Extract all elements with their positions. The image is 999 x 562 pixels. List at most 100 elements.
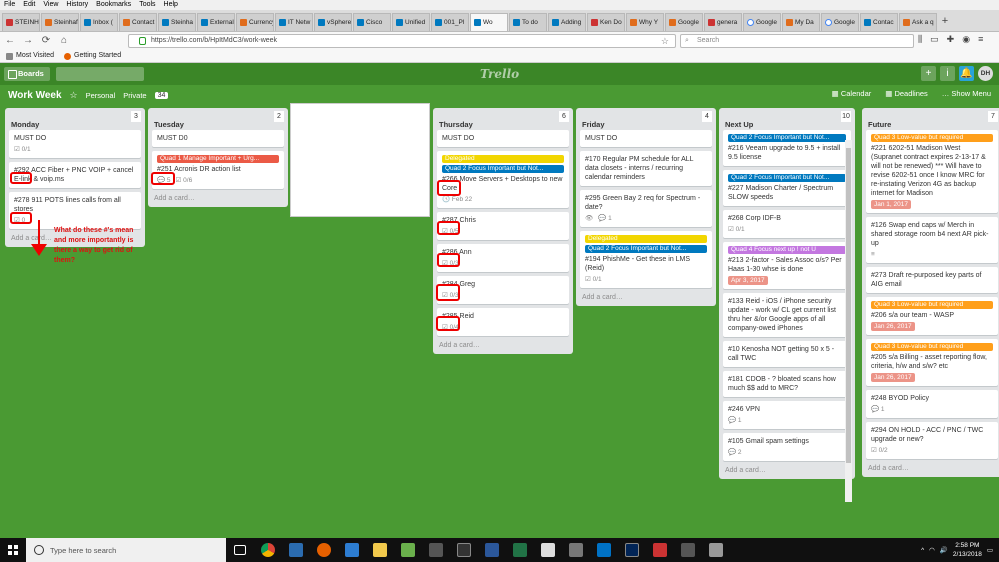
task-view-icon[interactable] bbox=[226, 538, 254, 562]
add-card-button[interactable]: Add a card… bbox=[152, 193, 284, 207]
add-card-button[interactable]: Add a card… bbox=[723, 465, 851, 479]
notification-icon[interactable]: ▭ bbox=[987, 546, 993, 554]
trello-search-input[interactable] bbox=[56, 67, 144, 81]
card[interactable]: #10 Kenosha NOT getting 50 x 5 - call TW… bbox=[723, 341, 851, 367]
menu-history[interactable]: History bbox=[66, 0, 88, 10]
notepad-icon[interactable] bbox=[534, 538, 562, 562]
info-icon[interactable]: i bbox=[940, 66, 955, 81]
card[interactable]: #181 CDOB - ? bloated scans how much $$ … bbox=[723, 371, 851, 397]
browser-tab[interactable]: Why Y bbox=[626, 13, 664, 31]
browser-tab[interactable]: Contact bbox=[119, 13, 157, 31]
browser-tab[interactable]: My Da bbox=[782, 13, 820, 31]
card[interactable]: MUST D0 bbox=[152, 130, 284, 147]
extension-icon[interactable]: ✚ bbox=[947, 34, 955, 45]
menu-edit[interactable]: Edit bbox=[23, 0, 35, 10]
library-icon[interactable]: ⫼ bbox=[918, 34, 922, 45]
card[interactable]: Quad 2 Focus Important but Not... #216 Ve… bbox=[723, 130, 851, 166]
browser-tab[interactable]: Google bbox=[743, 13, 781, 31]
list-title[interactable]: Friday bbox=[582, 120, 605, 129]
excel-icon[interactable] bbox=[506, 538, 534, 562]
vnc-icon[interactable] bbox=[646, 538, 674, 562]
new-tab-icon[interactable]: + bbox=[938, 13, 952, 31]
browser-tab[interactable]: STEINH bbox=[2, 13, 40, 31]
explorer-icon[interactable] bbox=[366, 538, 394, 562]
card[interactable]: MUST DO bbox=[580, 130, 712, 147]
add-card-button[interactable]: Add a card… bbox=[437, 340, 569, 354]
add-icon[interactable]: + bbox=[921, 66, 936, 81]
board-visibility[interactable]: Private bbox=[123, 91, 146, 100]
add-card-button[interactable]: Add a card… bbox=[866, 463, 998, 477]
word-icon[interactable] bbox=[478, 538, 506, 562]
card[interactable]: Quad 3 Low-value but required #206 s/a ou… bbox=[866, 297, 998, 335]
list-title[interactable]: Thursday bbox=[439, 120, 473, 129]
terminal-icon[interactable] bbox=[450, 538, 478, 562]
reload-icon[interactable]: ⟳ bbox=[40, 35, 52, 47]
wifi-icon[interactable]: ◠ bbox=[929, 546, 935, 554]
card[interactable]: Quad 2 Focus Important but Not... #227 Ma… bbox=[723, 170, 851, 206]
card[interactable]: #246 VPN 💬 1 bbox=[723, 401, 851, 429]
list-scrollbar[interactable] bbox=[845, 140, 852, 502]
browser-tab[interactable]: Inbox ( bbox=[80, 13, 118, 31]
browser-tab[interactable]: IT Netw bbox=[275, 13, 313, 31]
outlook-icon[interactable] bbox=[590, 538, 618, 562]
list-header[interactable]: Friday 4 bbox=[580, 108, 712, 130]
card[interactable]: #273 Draft re-purposed key parts of AIG … bbox=[866, 267, 998, 293]
chrome-icon[interactable] bbox=[254, 538, 282, 562]
board-title[interactable]: Work Week bbox=[8, 90, 62, 101]
browser-tab[interactable]: Unified bbox=[392, 13, 430, 31]
windows-start-icon[interactable] bbox=[0, 538, 26, 562]
card[interactable]: #268 Corp IDF-B ☑ 0/1 bbox=[723, 210, 851, 238]
browser-tab[interactable]: Google bbox=[665, 13, 703, 31]
card[interactable]: Quad 3 Low-value but required #205 s/a Bi… bbox=[866, 339, 998, 386]
browser-tab[interactable]: genera bbox=[704, 13, 742, 31]
calculator-icon[interactable] bbox=[562, 538, 590, 562]
list-future[interactable]: Future 7 Quad 3 Low-value but required #221… bbox=[862, 108, 999, 477]
clock[interactable]: 2:58 PM 2/13/2018 bbox=[953, 541, 982, 559]
card[interactable]: #133 Reid - iOS / iPhone security update… bbox=[723, 293, 851, 337]
calendar-link[interactable]: ▦ Calendar bbox=[832, 89, 872, 98]
tray-arrow-icon[interactable]: ^ bbox=[921, 547, 924, 554]
menu-bookmarks[interactable]: Bookmarks bbox=[96, 0, 131, 10]
card[interactable]: MUST DO ☑ 0/1 bbox=[9, 130, 141, 158]
list-title[interactable]: Future bbox=[868, 120, 891, 129]
browser-tab[interactable]: Ken Do bbox=[587, 13, 625, 31]
firefox-icon[interactable] bbox=[310, 538, 338, 562]
powershell-icon[interactable] bbox=[618, 538, 646, 562]
card[interactable]: #248 BYOD Policy 💬 1 bbox=[866, 390, 998, 418]
browser-tab[interactable]: Cisco bbox=[353, 13, 391, 31]
avatar[interactable]: DH bbox=[978, 66, 993, 81]
add-card-button[interactable]: Add a card… bbox=[580, 292, 712, 306]
remote-icon[interactable] bbox=[674, 538, 702, 562]
card[interactable]: Quad 4 Focus next up ! not U #213 2-facto… bbox=[723, 242, 851, 289]
search-input[interactable]: Search bbox=[680, 34, 914, 48]
show-menu-link[interactable]: … Show Menu bbox=[942, 89, 991, 98]
taskbar-search-input[interactable]: Type here to search bbox=[26, 538, 226, 562]
menu-icon[interactable]: ≡ bbox=[978, 34, 983, 45]
menu-tools[interactable]: Tools bbox=[139, 0, 155, 10]
performance-icon[interactable] bbox=[338, 538, 366, 562]
forward-icon[interactable]: → bbox=[22, 35, 34, 47]
board-count-badge[interactable]: 34 bbox=[154, 91, 169, 99]
vmware-icon[interactable] bbox=[394, 538, 422, 562]
browser-tab[interactable]: 001_Pl bbox=[431, 13, 469, 31]
list-friday[interactable]: Friday 4 MUST DO #170 Regular PM schedule f… bbox=[576, 108, 716, 306]
volume-icon[interactable]: 🔊 bbox=[940, 546, 948, 554]
scroll-thumb[interactable] bbox=[846, 148, 851, 463]
browser-tab[interactable]: vSphere bbox=[314, 13, 352, 31]
card[interactable]: #105 Gmail spam settings 💬 2 bbox=[723, 433, 851, 461]
browser-tab[interactable]: External bbox=[197, 13, 235, 31]
menu-file[interactable]: File bbox=[4, 0, 15, 10]
bookmark-most-visited[interactable]: Most Visited bbox=[6, 50, 54, 62]
browser-tab[interactable]: Adding bbox=[548, 13, 586, 31]
card[interactable]: Quad 3 Low-value but required #221 6202-5… bbox=[866, 130, 998, 213]
list-title[interactable]: Monday bbox=[11, 120, 39, 129]
card[interactable]: #294 ON HOLD - ACC / PNC / TWC upgrade o… bbox=[866, 422, 998, 459]
network-icon[interactable] bbox=[422, 538, 450, 562]
sidebar-icon[interactable]: ▭ bbox=[930, 34, 939, 45]
list-title[interactable]: Next Up bbox=[725, 120, 753, 129]
deadlines-link[interactable]: ▦ Deadlines bbox=[885, 89, 928, 98]
back-icon[interactable]: ← bbox=[4, 35, 16, 47]
browser-tab[interactable]: Contac bbox=[860, 13, 898, 31]
url-bar[interactable]: https://trello.com/b/HpItMdC3/work-week … bbox=[128, 34, 676, 48]
card[interactable]: #295 Green Bay 2 req for Spectrum - date… bbox=[580, 190, 712, 227]
